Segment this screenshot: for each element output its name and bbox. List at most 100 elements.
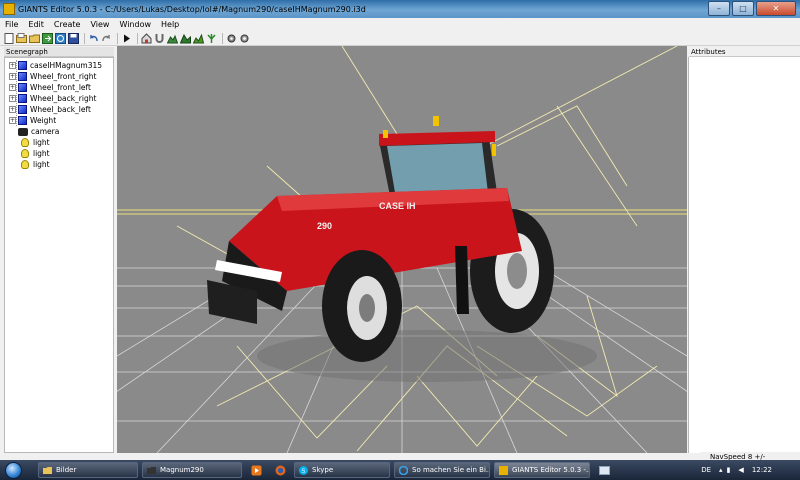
settings-alt-icon[interactable] xyxy=(239,33,250,44)
skype-icon: S xyxy=(299,465,308,475)
tree-item-camera[interactable]: camera xyxy=(5,126,59,137)
taskbar-item-skype[interactable]: S Skype xyxy=(294,462,390,478)
undo-icon[interactable] xyxy=(88,33,99,44)
title-bar: GIANTS Editor 5.0.3 - C:/Users/Lukas/Des… xyxy=(0,0,800,18)
expand-icon[interactable]: + xyxy=(9,95,16,102)
clock[interactable]: 12:22 xyxy=(752,466,772,474)
attributes-header: Attributes xyxy=(689,47,800,57)
open-folder-icon[interactable] xyxy=(29,33,40,44)
windows-orb-icon xyxy=(4,461,22,479)
save-icon[interactable] xyxy=(68,32,79,44)
settings-icon[interactable] xyxy=(226,33,237,44)
play-icon[interactable] xyxy=(121,33,132,44)
magnet-icon[interactable] xyxy=(154,33,165,44)
taskbar-item-label: GIANTS Editor 5.0.3 -... xyxy=(512,466,590,474)
redo-icon[interactable] xyxy=(101,33,112,44)
cube-icon xyxy=(18,61,27,70)
menu-help[interactable]: Help xyxy=(156,20,184,29)
cube-icon xyxy=(18,94,27,103)
taskbar-item-window[interactable] xyxy=(594,462,614,478)
menu-bar: File Edit Create View Window Help xyxy=(0,18,800,31)
terrain-paint-icon[interactable] xyxy=(193,33,204,44)
cube-icon xyxy=(18,116,27,125)
tree-item-label: light xyxy=(33,160,50,169)
tractor-model: CASE IH 290 xyxy=(207,116,554,362)
menu-file[interactable]: File xyxy=(0,20,23,29)
close-button[interactable]: ✕ xyxy=(756,1,796,16)
tree-item-caseihmagnum315[interactable]: + caseIHMagnum315 xyxy=(5,60,102,71)
light-icon xyxy=(21,160,29,169)
minimize-button[interactable]: – xyxy=(708,1,730,16)
house-icon[interactable] xyxy=(141,32,152,44)
maximize-button[interactable]: □ xyxy=(732,1,754,16)
tractor-shadow xyxy=(257,330,597,382)
tray-chevron-icon[interactable]: ▴ xyxy=(719,466,723,474)
cube-icon xyxy=(18,105,27,114)
light-icon xyxy=(21,149,29,158)
tree-item-label: Wheel_front_left xyxy=(30,83,91,92)
tree-item-light[interactable]: light xyxy=(5,137,50,148)
tree-item-light[interactable]: light xyxy=(5,148,50,159)
camera-icon xyxy=(18,127,28,136)
ie-icon xyxy=(399,465,408,475)
taskbar-item-bilder[interactable]: Bilder xyxy=(38,462,138,478)
foliage-icon[interactable] xyxy=(206,33,217,44)
model-number-label: 290 xyxy=(317,221,332,231)
expand-icon[interactable]: + xyxy=(9,117,16,124)
tree-item-label: camera xyxy=(31,127,60,136)
taskbar-item-media-player[interactable] xyxy=(246,462,266,478)
viewport-scene: CASE IH 290 xyxy=(117,46,687,453)
tree-item-label: Wheel_back_right xyxy=(30,94,97,103)
reload-icon[interactable] xyxy=(55,32,66,44)
tree-item-weight[interactable]: + Weight xyxy=(5,115,56,126)
light-icon xyxy=(21,138,29,147)
taskbar: Bilder Magnum290 S Skype So machen Sie e… xyxy=(0,460,800,480)
taskbar-item-firefox[interactable] xyxy=(270,462,290,478)
scenegraph-tree[interactable]: + caseIHMagnum315 + Wheel_front_right + … xyxy=(4,57,114,453)
menu-window[interactable]: Window xyxy=(114,20,156,29)
media-player-icon xyxy=(251,465,261,475)
start-button[interactable] xyxy=(0,460,26,480)
folder-icon xyxy=(147,466,156,474)
open-file-icon[interactable] xyxy=(16,32,27,44)
tree-item-wheel-front-right[interactable]: + Wheel_front_right xyxy=(5,71,96,82)
brand-label: CASE IH xyxy=(379,201,416,211)
attributes-panel[interactable] xyxy=(688,57,800,453)
menu-create[interactable]: Create xyxy=(49,20,86,29)
language-indicator[interactable]: DE xyxy=(701,466,711,474)
menu-view[interactable]: View xyxy=(85,20,114,29)
scenegraph-header: Scenegraph xyxy=(4,47,114,57)
network-icon[interactable]: ▮ xyxy=(727,466,731,474)
tree-item-label: Wheel_front_right xyxy=(30,72,97,81)
menu-edit[interactable]: Edit xyxy=(23,20,49,29)
toolbar xyxy=(0,31,800,46)
cube-icon xyxy=(18,72,27,81)
tree-item-label: light xyxy=(33,138,50,147)
terrain-icon[interactable] xyxy=(167,33,178,44)
expand-icon[interactable]: + xyxy=(9,73,16,80)
taskbar-item-label: Magnum290 xyxy=(160,466,204,474)
window-title: GIANTS Editor 5.0.3 - C:/Users/Lukas/Des… xyxy=(18,4,366,14)
expand-icon[interactable]: + xyxy=(9,62,16,69)
taskbar-item-browser[interactable]: So machen Sie ein Bi... xyxy=(394,462,490,478)
expand-icon[interactable]: + xyxy=(9,84,16,91)
system-tray: DE ▴ ▮ ◀ 12:22 xyxy=(701,460,800,480)
terrain-edit-icon[interactable] xyxy=(180,33,191,44)
tree-item-light[interactable]: light xyxy=(5,159,50,170)
3d-viewport[interactable]: CASE IH 290 xyxy=(117,46,687,453)
giants-icon xyxy=(499,465,508,475)
toolbar-separator xyxy=(222,32,223,44)
tree-item-label: Weight xyxy=(30,116,57,125)
taskbar-item-magnum290[interactable]: Magnum290 xyxy=(142,462,242,478)
toolbar-separator xyxy=(84,32,85,44)
export-icon[interactable] xyxy=(42,32,53,44)
folder-icon xyxy=(43,466,52,474)
cube-icon xyxy=(18,83,27,92)
expand-icon[interactable]: + xyxy=(9,106,16,113)
tree-item-wheel-back-right[interactable]: + Wheel_back_right xyxy=(5,93,96,104)
new-file-icon[interactable] xyxy=(3,32,14,44)
tree-item-wheel-back-left[interactable]: + Wheel_back_left xyxy=(5,104,91,115)
tree-item-wheel-front-left[interactable]: + Wheel_front_left xyxy=(5,82,91,93)
taskbar-item-giants-editor[interactable]: GIANTS Editor 5.0.3 -... xyxy=(494,462,590,478)
volume-icon[interactable]: ◀ xyxy=(738,466,743,474)
